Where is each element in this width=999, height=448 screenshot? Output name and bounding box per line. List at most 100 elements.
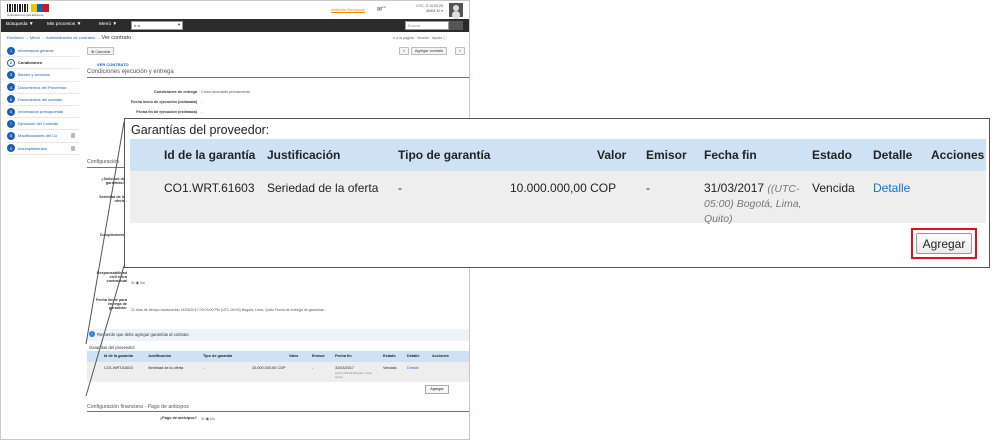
deadline-value: 21 días de tiempo transcurrido 14/03/201… [131,308,326,312]
col-id: Id de la garantía [164,148,256,162]
col-type: Tipo de garantía [398,148,491,162]
civil-liability-radio[interactable]: Sí ◉ No [131,280,145,285]
cell-justification: Seriedad de la oferta [267,181,379,195]
mini-col-issuer: Emisor [312,354,325,358]
logo-text: Colombia Compra Eficiente [7,13,44,17]
delivery-conditions-value: Como acordado previamente [201,90,250,94]
mini-add-button[interactable]: Agregar [425,385,449,394]
logo-flag-icon [31,4,49,12]
guarantee-request-label: ¿Solicitud de garantías? [101,177,125,185]
clock-date[interactable]: MMM 30 ▾ [409,9,443,14]
sidebar: 1 Información general 2 Condiciones 3 Bienes … [7,45,79,155]
mini-cell-end-date: 31/03/2017 [335,366,355,370]
mini-col-status: Estado [383,354,396,358]
add-contract-button[interactable]: Agregar contrato [411,47,448,55]
mini-col-detail: Detalle [407,354,420,358]
delivery-conditions-label: Condiciones de entrega [153,90,197,94]
sidebar-item-label: Información presupuestal [18,109,63,115]
sidebar-step-number: 8 [7,131,15,140]
mini-guarantees-header: Id de la garantía Justificación Tipo de … [87,351,469,362]
search-button[interactable] [449,21,463,30]
sidebar-item-4[interactable]: 4 Documentos del Proveedor [7,82,79,94]
main-nav: Búsqueda ▼ Mis procesos ▼ Menú ▼ Ir a Bu… [1,19,469,32]
table-row: CO1.WRT.61603 Seriedad de la oferta - 10… [130,171,986,226]
cancel-button[interactable]: ⊗ Cancelar [87,47,115,55]
notifications-count: 10 [382,5,386,9]
cell-end-date-value: 31/03/2017 [704,181,765,195]
add-guarantee-button[interactable]: Agregar [916,233,972,254]
breadcrumb: Escritorio → Menú → Administración de co… [7,35,131,41]
civil-liability-label: Responsabilidad civil extra contractual [96,271,127,283]
mini-detail-link[interactable]: Detalle [407,366,419,370]
cell-end-date: 31/03/2017 ((UTC-05:00) Bogotá, Lima, Qu… [704,181,808,226]
guarantees-zoom-panel: Garantías del proveedor: Id de la garant… [124,118,990,268]
advance-payment-label: ¿Pago de anticipos? [159,416,197,420]
section-divider [87,77,469,78]
sidebar-item-7[interactable]: 7 Ejecución del Contrato [7,118,79,131]
col-end-date: Fecha fin [704,148,757,162]
nav-mis-procesos[interactable]: Mis procesos ▼ [47,22,81,27]
sidebar-item-1[interactable]: 1 Información general [7,45,79,58]
page-help-links[interactable]: Ir a la página · Versión · Ayuda ⓘ [393,36,447,41]
goto-select[interactable]: Ir a [131,21,183,30]
col-detail: Detalle [873,148,913,162]
sidebar-item-6[interactable]: 6 Información presupuestal [7,106,79,119]
mini-cell-issuer: - [312,366,314,370]
sidebar-step-number: 7 [7,119,15,128]
sidebar-item-label: Ejecución del Contrato [18,121,59,127]
bid-seriousness-label: Seriedad de la oferta [99,195,125,203]
mini-table-row: CO1.WRT.61603 Seriedad de la oferta - 10… [87,362,469,382]
nav-menu[interactable]: Menú ▼ [99,22,117,27]
prev-button[interactable]: < [399,47,410,55]
nav-busqueda[interactable]: Búsqueda ▼ [6,22,34,27]
info-icon: i [89,331,95,337]
deadline-label: Fecha límite para entrega de garantías: [95,298,127,310]
next-button[interactable]: > [455,47,466,55]
end-date-label: Fecha fin de ejecución (estimada) [136,110,197,114]
cell-status: Vencida [812,181,855,195]
mini-cell-id: CO1.WRT.61603 [104,366,133,370]
cancel-button-label: Cancelar [95,50,111,54]
sidebar-item-3[interactable]: 3 Bienes y servicios [7,69,79,82]
sidebar-item-2[interactable]: 2 Condiciones [7,57,79,70]
col-status: Estado [812,148,853,162]
guarantees-table-header: Id de la garantía Justificación Tipo de … [130,139,986,171]
guarantee-notice: i Recuerde que debe agregar garantías al… [87,329,469,341]
advance-payment-radio[interactable]: Sí ◉ No [201,416,215,421]
search-input[interactable]: Buscar [405,21,449,30]
sidebar-step-number: 4 [7,83,15,92]
sidebar-step-number: 2 [7,58,15,67]
sidebar-item-9[interactable]: 9 Incumplimientos [7,143,79,155]
compliance-label: Cumplimiento [99,233,125,237]
mini-cell-justification: Seriedad de la oferta [148,366,184,370]
mini-col-value: Valor [289,354,299,358]
sidebar-item-8[interactable]: 8 Modificaciones del Co [7,130,79,143]
breadcrumb-trail[interactable]: Escritorio → Menú → Administración de co… [7,35,100,40]
mini-guarantees-title: Garantías del proveedor: [89,345,136,350]
mini-col-actions: Acciones [432,354,449,358]
col-value: Valor [597,148,627,162]
end-date-value: - [201,110,203,114]
sidebar-step-number: 9 [7,144,15,153]
avatar[interactable] [449,3,463,17]
col-justification: Justificación [267,148,341,162]
breadcrumb-current: Ver contrato [101,35,132,41]
start-date-value: - [201,100,203,104]
sidebar-item-5[interactable]: 5 Documentos del contrato [7,94,79,106]
sidebar-step-number: 1 [7,46,15,55]
sidebar-item-label: Modificaciones del Co [18,133,58,139]
sidebar-step-number: 6 [7,107,15,116]
sidebar-step-number: 3 [7,70,15,79]
mini-cell-type: - [203,366,205,370]
lock-icon [71,145,75,151]
mini-col-type: Tipo de garantía [203,354,233,358]
config-section-title: Configuración [87,159,120,165]
guarantees-title: Garantías del proveedor: [131,123,270,137]
financial-divider [87,411,469,412]
guarantee-notice-text: Recuerde que debe agregar garantías al c… [97,332,189,337]
environment-link[interactable]: Ambiente Ejecutando [331,8,365,12]
detail-link[interactable]: Detalle [873,181,910,195]
mini-col-end-date: Fecha fin [335,354,352,358]
notifications-icon[interactable]: ✉10 [377,5,386,14]
sidebar-item-label: Documentos del contrato [18,96,63,102]
